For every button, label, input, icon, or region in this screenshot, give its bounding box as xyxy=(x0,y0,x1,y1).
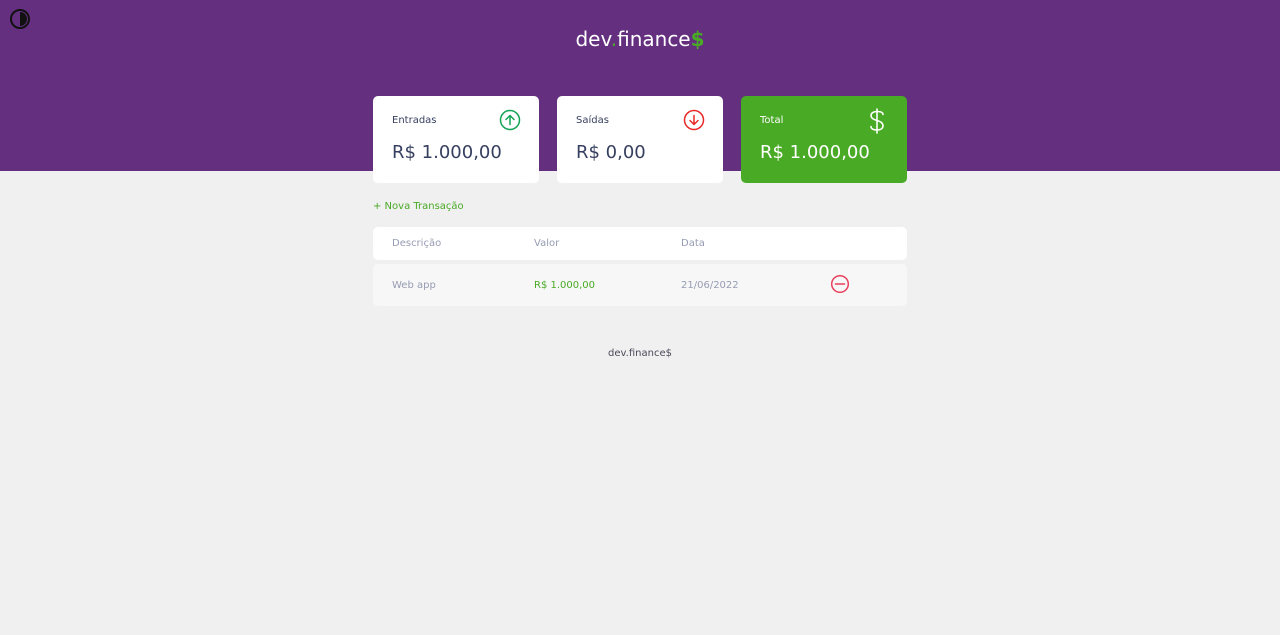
total-card: Total R$ 1.000,00 xyxy=(741,96,907,183)
arrow-down-circle-icon xyxy=(683,109,705,131)
table-row: Web app R$ 1.000,00 21/06/2022 xyxy=(373,264,907,306)
column-header-date: Data xyxy=(681,238,705,249)
total-value: R$ 1.000,00 xyxy=(760,142,870,163)
logo-prefix: dev xyxy=(575,27,611,51)
logo-name: finance xyxy=(617,27,691,51)
transaction-amount: R$ 1.000,00 xyxy=(534,280,596,291)
expense-value: R$ 0,00 xyxy=(576,142,646,163)
column-header-description: Descrição xyxy=(392,238,442,249)
logo-symbol: $ xyxy=(690,27,705,51)
expense-card: Saídas R$ 0,00 xyxy=(557,96,723,183)
dollar-sign-icon xyxy=(867,108,887,134)
transaction-description: Web app xyxy=(392,280,436,291)
arrow-up-circle-icon xyxy=(499,109,521,131)
new-transaction-button[interactable]: + Nova Transação xyxy=(373,201,464,212)
income-label: Entradas xyxy=(392,115,437,126)
app-logo: dev.finance$ xyxy=(0,27,1280,51)
footer-text: dev.finance$ xyxy=(608,348,672,359)
balance-cards: Entradas R$ 1.000,00 Saídas R$ 0,00 Tota… xyxy=(373,96,907,183)
income-value: R$ 1.000,00 xyxy=(392,142,502,163)
total-label: Total xyxy=(760,115,784,126)
column-header-amount: Valor xyxy=(534,238,560,249)
minus-circle-icon[interactable] xyxy=(830,274,850,294)
table-header: Descrição Valor Data xyxy=(373,227,907,260)
income-card: Entradas R$ 1.000,00 xyxy=(373,96,539,183)
transaction-date: 21/06/2022 xyxy=(681,280,739,291)
expense-label: Saídas xyxy=(576,115,609,126)
